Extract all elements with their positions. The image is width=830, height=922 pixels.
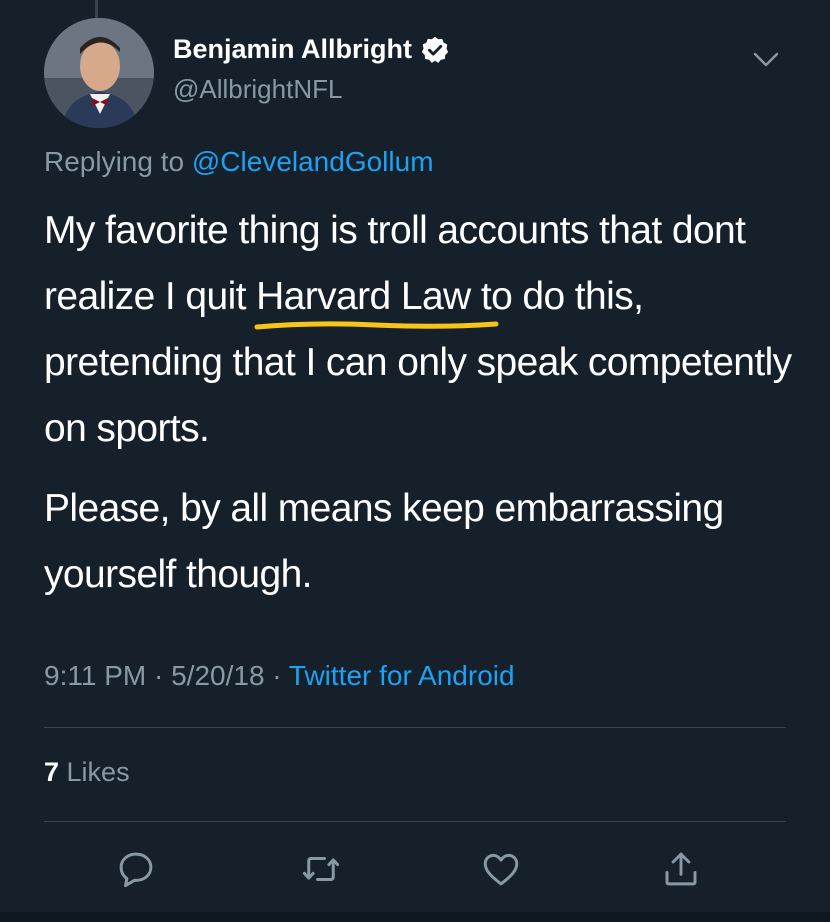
author-name[interactable]: Benjamin Allbright — [173, 34, 450, 65]
heart-icon — [483, 853, 519, 886]
tweet-date: 5/20/18 — [171, 660, 265, 691]
author-name-text: Benjamin Allbright — [173, 34, 413, 64]
tweet-source-link[interactable]: Twitter for Android — [289, 660, 515, 691]
reply-mention-link[interactable]: @ClevelandGollum — [192, 146, 434, 177]
avatar[interactable] — [44, 18, 154, 128]
bottom-edge — [0, 912, 830, 922]
chevron-down-icon[interactable] — [750, 48, 782, 70]
tweet-time: 9:11 PM — [44, 660, 147, 691]
meta-separator: · — [146, 660, 172, 691]
reply-button[interactable] — [115, 848, 157, 890]
like-button[interactable] — [480, 848, 522, 890]
meta-separator: · — [264, 660, 289, 691]
share-button[interactable] — [660, 848, 702, 890]
replying-to-label: Replying to — [44, 146, 192, 177]
thread-connector-line — [95, 0, 98, 18]
likes-number: 7 — [44, 757, 60, 787]
likes-count[interactable]: 7 Likes — [44, 757, 130, 788]
author-handle[interactable]: @AllbrightNFL — [173, 74, 342, 105]
tweet-meta: 9:11 PM · 5/20/18 · Twitter for Android — [44, 660, 515, 692]
retweet-button[interactable] — [300, 848, 342, 890]
replying-to-line: Replying to @ClevelandGollum — [44, 146, 434, 178]
reply-icon — [119, 852, 153, 888]
likes-label: Likes — [59, 757, 130, 787]
divider — [44, 821, 786, 822]
tweet-text: My favorite thing is troll accounts that… — [44, 198, 804, 608]
divider — [44, 727, 786, 728]
tweet-paragraph-2: Please, by all means keep embarrassing y… — [44, 487, 724, 596]
retweet-icon — [302, 857, 340, 881]
share-icon — [665, 852, 697, 886]
tweet-paragraph-1: My favorite thing is troll accounts that… — [44, 209, 792, 450]
verified-badge-icon — [420, 35, 450, 65]
avatar-image — [44, 18, 154, 128]
